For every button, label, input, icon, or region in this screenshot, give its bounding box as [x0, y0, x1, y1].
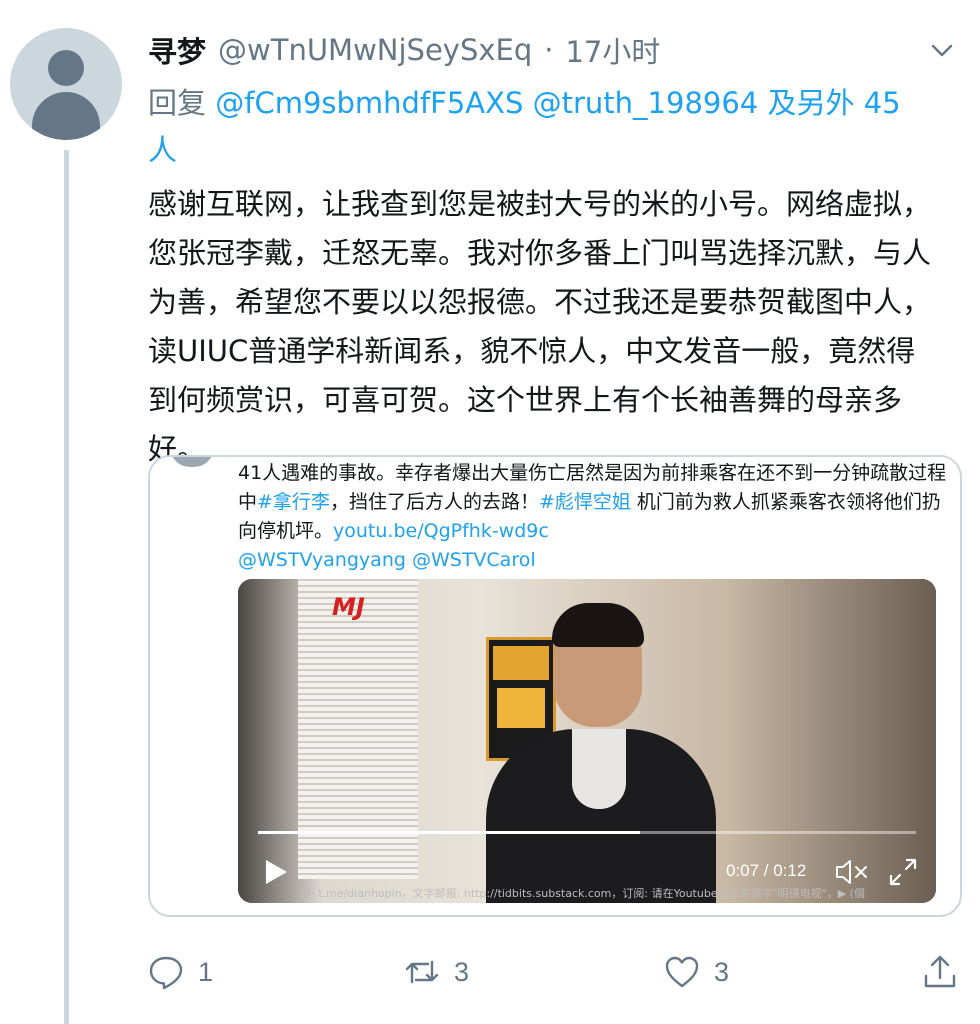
avatar-placeholder-body: [32, 92, 100, 140]
video-frame-person-shirt: [572, 729, 626, 809]
play-icon[interactable]: [260, 857, 290, 887]
poster-band: [493, 646, 549, 680]
retweet-icon: [405, 960, 439, 984]
video-frame-window-blinds: [298, 579, 418, 879]
hashtag-link[interactable]: #彪悍空姐: [539, 491, 631, 513]
tweet-body: 感谢互联网，让我查到您是被封大号的米的小号。网络虚拟，您张冠李戴，迁怒无辜。我对…: [148, 187, 932, 466]
reply-icon: [149, 956, 183, 990]
mention-link[interactable]: @WSTVCarol: [412, 549, 536, 571]
video-subtitle-text: 查: t.me/dianhopin，文字邮报: http://tidbits.s…: [300, 887, 865, 900]
video-time-display: 0:07 / 0:12: [726, 861, 807, 880]
user-handle[interactable]: @wTnUMwNjSeySxEq: [218, 33, 532, 67]
avatar[interactable]: [10, 28, 122, 140]
reply-button[interactable]: 1: [148, 950, 213, 994]
fullscreen-icon[interactable]: [888, 857, 918, 887]
chevron-down-icon[interactable]: [930, 38, 954, 62]
separator-dot: ·: [544, 33, 554, 67]
hashtag-link[interactable]: #拿行李: [257, 491, 330, 513]
like-count: 3: [714, 956, 730, 987]
video-progress-fill: [258, 831, 640, 834]
video-url-link[interactable]: youtu.be/QgPfhk-wd9c: [333, 520, 549, 542]
video-progress-bar[interactable]: [258, 831, 916, 834]
thread-connector-line: [64, 150, 69, 1024]
avatar-placeholder-head: [48, 50, 84, 86]
quoted-tweet-card[interactable]: 41人遇难的事故。幸存者爆出大量伤亡居然是因为前排乘客在还不到一分钟疏散过程中#…: [148, 455, 962, 917]
reply-mention-link[interactable]: @fCm9sbmhdfF5AXS: [215, 86, 523, 120]
quoted-text-segment: ，挡住了后方人的去路！: [329, 491, 539, 513]
share-button[interactable]: [922, 950, 958, 994]
reply-count: 1: [198, 956, 214, 987]
display-name[interactable]: 寻梦: [148, 29, 206, 71]
poster-panel: [497, 688, 545, 728]
retweet-count: 3: [454, 956, 470, 987]
tweet-header: 寻梦 @wTnUMwNjSeySxEq · 17小时: [148, 30, 660, 70]
retweet-button[interactable]: 3: [404, 950, 469, 994]
video-player[interactable]: MJ 0:07 / 0:12 查: t.me/dianhopin，文字邮报: h…: [238, 579, 936, 903]
tweet-actions-bar: 1 3 3: [148, 950, 958, 994]
mute-icon[interactable]: [834, 857, 870, 887]
reply-context: 回复 @fCm9sbmhdfF5AXS @truth_198964 及另外 45…: [148, 80, 938, 174]
share-icon: [924, 955, 956, 988]
reply-mention-link[interactable]: @truth_198964: [533, 86, 759, 120]
like-icon: [665, 956, 699, 988]
channel-logo: MJ: [332, 593, 365, 621]
reply-prefix: 回复: [148, 86, 207, 120]
quoted-avatar: [170, 457, 214, 467]
like-button[interactable]: 3: [664, 950, 729, 994]
quoted-tweet-text: 41人遇难的事故。幸存者爆出大量伤亡居然是因为前排乘客在还不到一分钟疏散过程中#…: [238, 459, 948, 575]
tweet-time[interactable]: 17小时: [565, 29, 660, 71]
mention-link[interactable]: @WSTVyangyang: [238, 549, 406, 571]
